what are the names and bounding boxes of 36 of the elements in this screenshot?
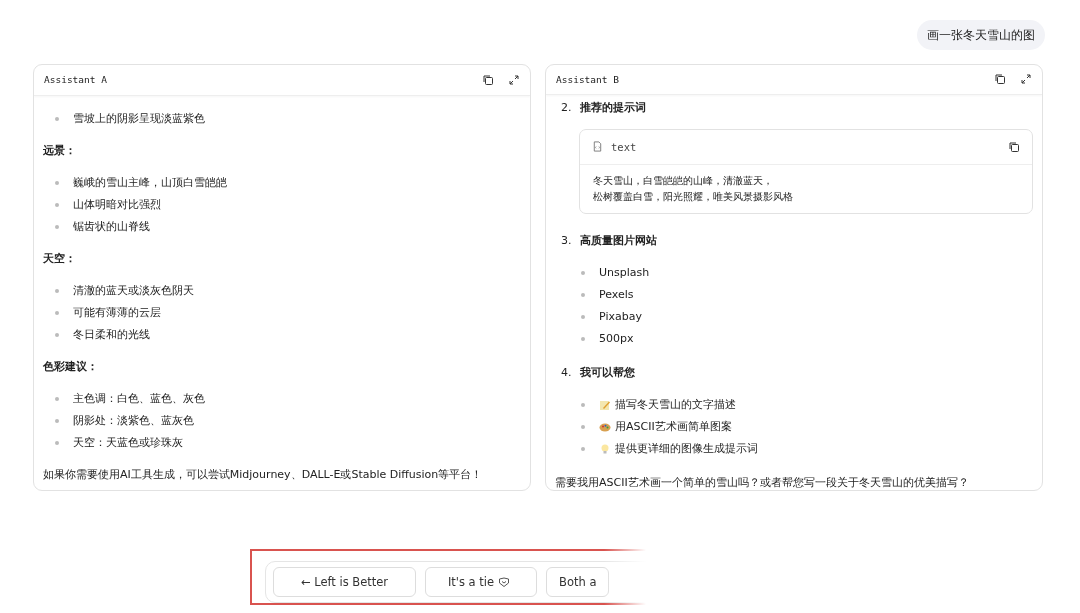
list-item-text: 冬日柔和的光线 [73,327,150,343]
list-number: 3. [561,234,572,248]
code-line: 冬天雪山，白雪皑皑的山峰，清澈蓝天， [593,173,774,188]
list-item-text: 500px [599,332,634,346]
list-item-text: Pexels [599,288,634,302]
section-heading: 我可以帮您 [579,364,635,381]
section-heading: 推荐的提示词 [579,99,646,116]
section-heading: 色彩建议： [43,358,99,375]
list-item-text: 巍峨的雪山主峰，山顶白雪皑皑 [73,175,227,191]
list-item-text: 雪坡上的阴影呈现淡蓝紫色 [73,111,205,127]
list-item-text: 用ASCII艺术画简单图案 [615,419,732,435]
section-heading: 远景： [43,142,77,159]
section-heading: 天空： [43,250,77,267]
user-message: 画一张冬天雪山的图 [917,20,1045,50]
code-language: text [611,140,637,153]
list-item-text: 锯齿状的山脊线 [73,219,150,235]
list-item-text: 阴影处：淡紫色、蓝灰色 [73,413,194,429]
section-heading: 高质量图片网站 [579,232,657,249]
list-item-text: 描写冬天雪山的文字描述 [615,397,736,413]
list-item-text: 主色调：白色、蓝色、灰色 [73,391,205,407]
list-item-text: 山体明暗对比强烈 [73,197,161,213]
code-line: 松树覆盖白雪，阳光照耀，唯美风景摄影风格 [593,189,794,204]
paragraph: 如果你需要使用AI工具生成，可以尝试Midjourney、DALL-E或Stable Diffusion等平台！ [43,466,484,483]
paragraph: 需要我用ASCII艺术画一个简单的雪山吗？或者帮您写一段关于冬天雪山的优美描写？ [555,474,970,490]
list-number: 4. [561,366,572,380]
list-item-text: 提供更详细的图像生成提示词 [615,441,758,457]
list-item-text: 天空：天蓝色或珍珠灰 [73,435,183,451]
panel-title: Assistant B [556,74,619,85]
list-item-text: Unsplash [599,266,650,280]
list-number: 2. [561,101,572,115]
list-item-text: 清澈的蓝天或淡灰色阴天 [73,283,194,299]
panel-title: Assistant A [44,74,107,86]
list-item-text: Pixabay [599,310,642,324]
list-item-text: 可能有薄薄的云层 [73,305,161,321]
vote-button[interactable]: It's a tie [425,567,537,597]
vote-button[interactable]: ← Left is Better [273,567,416,597]
